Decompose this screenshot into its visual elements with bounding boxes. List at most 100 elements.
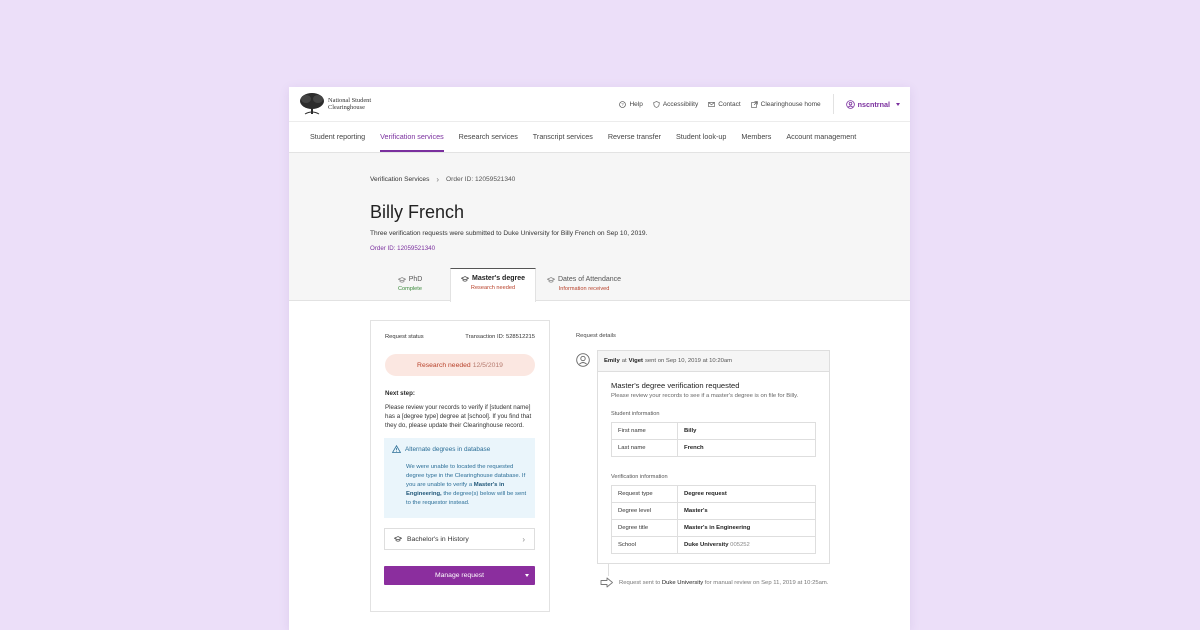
account-name: nscntrnal bbox=[857, 99, 890, 109]
status-badge-date: 12/5/2019 bbox=[472, 361, 503, 369]
table-cell-value: Degree request bbox=[677, 485, 816, 503]
tab-masters-label-row: Master's degree bbox=[451, 275, 535, 282]
chevron-right-icon: › bbox=[436, 175, 440, 184]
table-row: Request type Degree request bbox=[611, 485, 816, 503]
order-id-link[interactable]: Order ID: 12059521340 bbox=[370, 245, 435, 252]
warning-icon bbox=[392, 445, 401, 453]
timeline-school: Duke University bbox=[661, 580, 704, 586]
help-label: Help bbox=[629, 100, 643, 108]
table-row: School Duke University 005252 bbox=[611, 536, 816, 554]
next-step-title: Next step: bbox=[385, 390, 415, 397]
status-badge-text: Research needed bbox=[417, 361, 471, 369]
request-detail-body: Master's degree verification requested P… bbox=[598, 372, 829, 554]
sender-org: Viget bbox=[628, 358, 643, 364]
tab-dates-label: Dates of Attendance bbox=[557, 276, 622, 283]
sender-name: Emily bbox=[604, 358, 620, 364]
request-subtitle: Please review your records to see if a m… bbox=[611, 393, 799, 399]
nav-reverse-transfer[interactable]: Reverse transfer bbox=[608, 122, 661, 152]
next-step-text: Please review your records to verify if … bbox=[385, 404, 532, 429]
nav-research-services[interactable]: Research services bbox=[459, 122, 518, 152]
utility-links: ? Help Accessibility Contact Clearinghou… bbox=[609, 87, 900, 121]
table-cell-value: Duke University 005252 bbox=[677, 536, 816, 554]
nav-student-reporting[interactable]: Student reporting bbox=[310, 122, 365, 152]
tab-dates-of-attendance[interactable]: Dates of Attendance Information received bbox=[536, 268, 632, 301]
manage-request-button[interactable]: Manage request bbox=[384, 566, 535, 585]
logo-text: National Student Clearinghouse bbox=[328, 97, 371, 111]
request-detail-card: Emily at Viget sent on Sep 10, 2019 at 1… bbox=[597, 350, 830, 564]
verification-info-heading: Verification information bbox=[611, 474, 668, 480]
tab-masters-degree[interactable]: Master's degree Research needed bbox=[450, 268, 536, 302]
request-details-label: Request details bbox=[576, 333, 616, 339]
chevron-right-icon: › bbox=[522, 534, 525, 544]
alternate-degree-label: Bachelor's in History bbox=[407, 535, 469, 543]
avatar bbox=[576, 353, 590, 367]
school-name: Duke University bbox=[684, 542, 729, 548]
table-cell-value: Master's in Engineering bbox=[677, 519, 816, 537]
app-window: National Student Clearinghouse ? Help Ac… bbox=[289, 87, 910, 630]
chevron-down-icon[interactable] bbox=[525, 574, 529, 577]
tab-masters-status: Research needed bbox=[470, 285, 516, 291]
request-tabs: PhD Complete Master's degree Research ne… bbox=[370, 268, 632, 302]
tab-phd-status: Complete bbox=[398, 286, 422, 292]
alert-title-row: Alternate degrees in database bbox=[392, 445, 527, 453]
chevron-down-icon bbox=[896, 102, 900, 106]
table-cell-key: Degree level bbox=[611, 502, 678, 520]
top-header: National Student Clearinghouse ? Help Ac… bbox=[289, 87, 910, 122]
sender-at: at bbox=[621, 358, 627, 364]
external-link-icon bbox=[750, 100, 758, 108]
tab-phd[interactable]: PhD Complete bbox=[370, 268, 450, 301]
table-cell-value: Master's bbox=[677, 502, 816, 520]
alert-text-1: We were unable to located the requested … bbox=[406, 464, 526, 488]
help-link[interactable]: ? Help bbox=[619, 100, 643, 108]
breadcrumb-verification-services[interactable]: Verification Services bbox=[370, 176, 429, 183]
student-info-heading: Student information bbox=[611, 411, 660, 417]
alternate-degrees-alert: Alternate degrees in database We were un… bbox=[384, 438, 535, 518]
table-cell-key: School bbox=[611, 536, 678, 554]
nav-student-look-up[interactable]: Student look-up bbox=[676, 122, 726, 152]
svg-text:?: ? bbox=[622, 102, 625, 107]
accessibility-link[interactable]: Accessibility bbox=[653, 101, 698, 108]
table-cell-key: Last name bbox=[611, 439, 678, 457]
manage-request-label: Manage request bbox=[434, 572, 485, 579]
request-title: Master's degree verification requested bbox=[611, 381, 740, 390]
graduation-cap-icon bbox=[546, 276, 555, 283]
page-subtitle: Three verification requests were submitt… bbox=[370, 230, 648, 237]
graduation-cap-icon bbox=[460, 275, 469, 282]
nav-transcript-services[interactable]: Transcript services bbox=[533, 122, 593, 152]
tab-masters-label: Master's degree bbox=[471, 275, 526, 282]
graduation-cap-icon bbox=[394, 536, 402, 542]
contact-label: Contact bbox=[718, 100, 741, 108]
alert-body: We were unable to located the requested … bbox=[406, 463, 527, 508]
sent-timestamp: sent on Sep 10, 2019 at 10:20am bbox=[644, 358, 733, 364]
table-row: Last name French bbox=[611, 439, 816, 457]
nav-verification-services[interactable]: Verification services bbox=[380, 122, 444, 152]
tab-dates-label-row: Dates of Attendance bbox=[536, 276, 632, 283]
accessibility-label: Accessibility bbox=[662, 100, 699, 108]
mail-icon bbox=[708, 101, 716, 107]
table-row: Degree level Master's bbox=[611, 502, 816, 520]
nav-account-management[interactable]: Account management bbox=[786, 122, 856, 152]
request-status-panel: Request status Transaction ID: 528512215… bbox=[370, 320, 550, 612]
main-nav: Student reporting Verification services … bbox=[289, 122, 910, 153]
clearinghouse-home-label: Clearinghouse home bbox=[760, 100, 821, 108]
account-menu[interactable]: nscntrnal bbox=[845, 99, 900, 109]
contact-link[interactable]: Contact bbox=[708, 100, 741, 108]
forward-arrow-icon bbox=[600, 577, 613, 588]
school-code: 005252 bbox=[730, 542, 750, 548]
nav-members[interactable]: Members bbox=[741, 122, 771, 152]
alternate-degree-item[interactable]: Bachelor's in History › bbox=[384, 528, 535, 550]
status-badge: Research needed 12/5/2019 bbox=[385, 354, 535, 376]
table-cell-key: First name bbox=[611, 422, 678, 440]
table-row: First name Billy bbox=[611, 422, 816, 440]
logo-line-2: Clearinghouse bbox=[328, 104, 365, 111]
logo[interactable]: National Student Clearinghouse bbox=[299, 92, 371, 116]
clearinghouse-home-link[interactable]: Clearinghouse home bbox=[750, 100, 821, 108]
help-icon: ? bbox=[619, 100, 627, 108]
breadcrumb: Verification Services › Order ID: 120595… bbox=[370, 175, 515, 184]
logo-line-1: National Student bbox=[328, 97, 372, 104]
page-title: Billy French bbox=[370, 202, 465, 222]
alert-title: Alternate degrees in database bbox=[405, 445, 491, 453]
header-divider bbox=[832, 94, 834, 114]
status-panel-header: Request status Transaction ID: 528512215 bbox=[371, 321, 549, 340]
user-icon bbox=[845, 99, 855, 109]
